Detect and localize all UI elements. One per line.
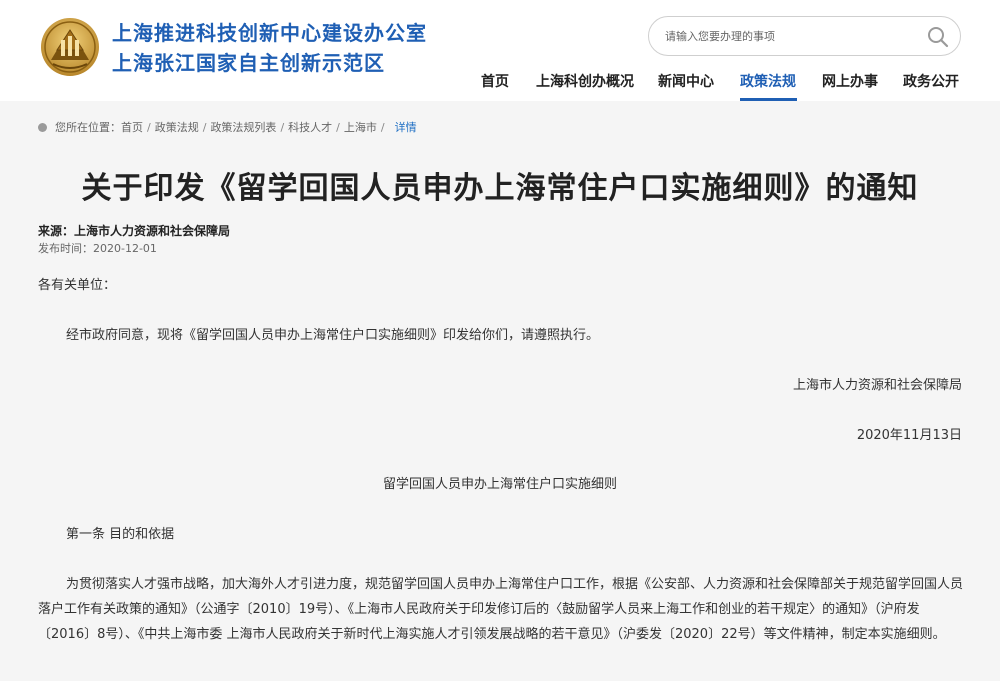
article-source: 来源：上海市人力资源和社会保障局 bbox=[38, 224, 231, 238]
document-title: 留学回国人员申办上海常住户口实施细则 bbox=[382, 477, 617, 492]
article1-body: 为贯彻落实人才强市战略，加大海外人才引进力度，规范留学回国人员申办上海常住户口工… bbox=[38, 577, 964, 642]
article-area: 您所在位置： 首页 / 政策法规 / 政策法规列表 / 科技人才 / 上海市 /… bbox=[0, 101, 1000, 681]
emblem-icon bbox=[41, 18, 99, 76]
breadcrumb-item[interactable]: 上海市 bbox=[344, 119, 377, 135]
breadcrumb-current: 详情 bbox=[394, 121, 417, 134]
issue-date: 2020年11月13日 bbox=[856, 428, 962, 443]
salutation: 各有关单位： bbox=[38, 278, 117, 293]
site-logo[interactable] bbox=[39, 16, 101, 78]
breadcrumb-item[interactable]: 政策法规 bbox=[155, 119, 199, 135]
nav-about[interactable]: 上海科创办概况 bbox=[536, 70, 634, 94]
breadcrumb-item[interactable]: 政策法规列表 bbox=[210, 119, 276, 135]
search-button[interactable] bbox=[926, 25, 950, 49]
location-icon bbox=[38, 122, 47, 132]
nav-online-service[interactable]: 网上办事 bbox=[822, 70, 878, 94]
issuer-signature: 上海市人力资源和社会保障局 bbox=[792, 378, 962, 393]
breadcrumb: 您所在位置： 首页 / 政策法规 / 政策法规列表 / 科技人才 / 上海市 /… bbox=[38, 119, 417, 135]
article-title: 关于印发《留学回国人员申办上海常住户口实施细则》的通知 bbox=[81, 171, 919, 206]
breadcrumb-prefix: 您所在位置： bbox=[55, 121, 121, 134]
org-name[interactable]: 上海推进科技创新中心建设办公室 上海张江国家自主创新示范区 bbox=[112, 18, 427, 78]
publish-date: 发布时间：2020-12-01 bbox=[38, 242, 157, 255]
search-input[interactable] bbox=[665, 25, 915, 47]
nav-gov-affairs[interactable]: 政务公开 bbox=[903, 70, 959, 94]
nav-policy[interactable]: 政策法规 bbox=[740, 70, 796, 94]
nav-news[interactable]: 新闻中心 bbox=[658, 70, 714, 94]
breadcrumb-item[interactable]: 科技人才 bbox=[288, 119, 332, 135]
site-header: 上海推进科技创新中心建设办公室 上海张江国家自主创新示范区 首页 上海科创办概况… bbox=[0, 0, 1000, 101]
breadcrumb-item[interactable]: 首页 bbox=[121, 119, 143, 135]
search-box bbox=[648, 16, 961, 56]
article1-heading: 第一条 目的和依据 bbox=[66, 527, 175, 542]
search-icon bbox=[928, 27, 949, 48]
intro-paragraph: 经市政府同意，现将《留学回国人员申办上海常住户口实施细则》印发给你们，请遵照执行… bbox=[66, 328, 600, 343]
nav-home[interactable]: 首页 bbox=[481, 70, 509, 94]
org-name-line1: 上海推进科技创新中心建设办公室 bbox=[112, 21, 427, 45]
main-nav: 首页 上海科创办概况 新闻中心 政策法规 网上办事 政务公开 bbox=[0, 70, 1000, 101]
